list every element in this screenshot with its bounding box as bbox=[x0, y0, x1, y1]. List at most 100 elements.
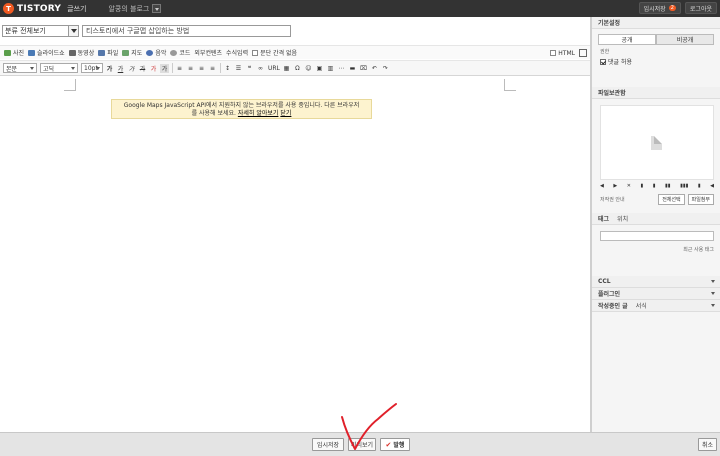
file-tool-icon[interactable]: ▮ bbox=[653, 183, 656, 189]
copyright-info-link[interactable]: 저작권 안내 bbox=[600, 196, 655, 203]
chevron-down-icon bbox=[68, 26, 78, 36]
attachment-dropzone[interactable] bbox=[600, 105, 714, 180]
allow-comments-checkbox[interactable]: 댓글 허용 bbox=[600, 57, 714, 66]
underline-icon[interactable]: 가 bbox=[116, 64, 125, 73]
attachment-tools: ◀ ▶ ✕ ▮ ▮ ▮▮ ▮▮▮ ▮ ◀ bbox=[600, 183, 714, 189]
editor-area[interactable]: Google Maps JavaScript API에서 지원하지 않는 브라우… bbox=[0, 77, 590, 432]
quote-icon[interactable]: ❝ bbox=[245, 64, 254, 73]
drafts-title[interactable]: 작성중인 글 bbox=[598, 301, 628, 310]
logo-text: TISTORY bbox=[17, 3, 62, 14]
save-draft-button[interactable]: 임시저장 bbox=[312, 438, 344, 451]
attachments-header[interactable]: 파일보관함 bbox=[592, 87, 720, 99]
hr-icon[interactable]: ▬ bbox=[348, 64, 357, 73]
checkmark-icon: ✔ bbox=[385, 440, 392, 449]
basic-settings-header[interactable]: 기본설정 bbox=[592, 17, 720, 29]
visibility-toggle: 공개 비공개 bbox=[598, 34, 714, 45]
tistory-logo[interactable]: T TISTORY 글쓰기 bbox=[3, 3, 86, 14]
emoticon-icon[interactable]: ☺ bbox=[304, 64, 313, 73]
publish-button[interactable]: ✔ 발행 bbox=[380, 438, 410, 451]
paragraph-style-select[interactable]: 본문 bbox=[3, 63, 37, 73]
font-size-select[interactable]: 10pt bbox=[81, 63, 103, 73]
align-right-icon[interactable]: ≡ bbox=[197, 64, 206, 73]
file-tool-icon[interactable]: ▮ bbox=[698, 183, 701, 189]
music-button[interactable]: 음악 bbox=[146, 48, 166, 57]
columns-icon[interactable]: ▥ bbox=[326, 64, 335, 73]
select-all-button[interactable]: 전체선택 bbox=[658, 194, 685, 205]
code-button[interactable]: 코드 bbox=[170, 48, 190, 57]
file-tool-icon[interactable]: ◀ bbox=[600, 183, 604, 189]
file-tool-icon[interactable]: ▮▮▮ bbox=[680, 183, 688, 189]
attachment-actions: 저작권 안내 전체선택 파일첨부 bbox=[600, 194, 714, 205]
plugins-header[interactable]: 플러그인 bbox=[592, 288, 720, 300]
code-label: 코드 bbox=[179, 50, 191, 57]
formula-button[interactable]: 수식입력 bbox=[226, 48, 248, 57]
public-button[interactable]: 공개 bbox=[598, 34, 656, 45]
clear-format-icon[interactable]: ⌧ bbox=[359, 64, 368, 73]
code-icon bbox=[170, 49, 178, 56]
file-tool-icon[interactable]: ▶ bbox=[613, 183, 617, 189]
template-tab[interactable]: 서식 bbox=[636, 301, 647, 310]
table-icon[interactable]: ▦ bbox=[282, 64, 291, 73]
top-bar: T TISTORY 글쓰기 알쿵의 블로그 임시저장 2 로그아웃 bbox=[0, 0, 720, 17]
tab-location[interactable]: 위치 bbox=[617, 214, 628, 223]
file-button[interactable]: 파일 bbox=[98, 48, 118, 57]
music-icon bbox=[146, 49, 154, 56]
file-tool-icon[interactable]: ◀ bbox=[710, 183, 714, 189]
bottom-action-bar: 임시저장 미리보기 ✔ 발행 취소 bbox=[0, 432, 720, 456]
highlight-icon[interactable]: 가 bbox=[160, 63, 169, 73]
map-button[interactable]: 지도 bbox=[122, 48, 142, 57]
close-notice-link[interactable]: 닫기 bbox=[280, 110, 291, 117]
line-height-icon[interactable]: ↕ bbox=[223, 64, 232, 73]
external-content-button[interactable]: 외부컨텐츠 bbox=[194, 48, 222, 57]
chevron-down-icon[interactable] bbox=[152, 4, 162, 13]
bold-icon[interactable]: 가 bbox=[105, 64, 114, 73]
font-select[interactable]: 고딕 bbox=[40, 63, 78, 73]
cancel-button[interactable]: 취소 bbox=[698, 438, 717, 451]
file-icon bbox=[98, 49, 106, 56]
file-tool-icon[interactable]: ▮ bbox=[640, 183, 643, 189]
margin-marker-left bbox=[64, 79, 76, 91]
ccl-header[interactable]: CCL bbox=[592, 276, 720, 288]
tab-tag[interactable]: 태그 bbox=[598, 214, 609, 223]
file-tool-icon[interactable]: ✕ bbox=[627, 183, 631, 189]
learn-more-link[interactable]: 자세히 알아보기 bbox=[238, 110, 279, 117]
url-button[interactable]: URL bbox=[268, 65, 280, 72]
expand-icon[interactable] bbox=[579, 49, 587, 57]
category-value: 분류 전체보기 bbox=[5, 27, 46, 35]
blog-selector[interactable]: 알쿵의 블로그 bbox=[108, 4, 162, 14]
text-color-icon[interactable]: 가 bbox=[149, 64, 158, 73]
more-icon[interactable]: ⋯ bbox=[337, 64, 346, 73]
redo-icon[interactable]: ↷ bbox=[381, 64, 390, 73]
image-icon[interactable]: ▣ bbox=[315, 64, 324, 73]
photo-icon bbox=[4, 49, 11, 56]
private-button[interactable]: 비공개 bbox=[656, 34, 714, 45]
draft-count-badge: 2 bbox=[668, 5, 676, 11]
strikethrough-icon[interactable]: 가 bbox=[138, 64, 147, 73]
align-justify-icon[interactable]: ≡ bbox=[208, 64, 217, 73]
html-mode-checkbox[interactable] bbox=[550, 50, 557, 56]
special-char-icon[interactable]: Ω bbox=[293, 64, 302, 73]
italic-icon[interactable]: 가 bbox=[127, 64, 136, 73]
preview-button[interactable]: 미리보기 bbox=[348, 438, 376, 451]
recent-tags-link[interactable]: 최근 사용 태그 bbox=[600, 246, 714, 253]
align-center-icon[interactable]: ≡ bbox=[186, 64, 195, 73]
drafts-header[interactable]: 작성중인 글 서식 bbox=[592, 300, 720, 312]
category-select[interactable]: 분류 전체보기 bbox=[2, 25, 79, 37]
paragraph-spacing-toggle[interactable]: 문단 간격 없음 bbox=[252, 48, 297, 57]
undo-icon[interactable]: ↶ bbox=[370, 64, 379, 73]
post-title-input[interactable]: 티스토리에서 구글맵 삽입하는 방법 bbox=[82, 25, 291, 37]
logout-button[interactable]: 로그아웃 bbox=[684, 2, 717, 14]
slideshow-button[interactable]: 슬라이드쇼 bbox=[28, 48, 65, 57]
photo-button[interactable]: 사진 bbox=[4, 48, 24, 57]
chevron-down-icon bbox=[711, 280, 715, 283]
video-button[interactable]: 동영상 bbox=[68, 48, 94, 57]
attach-file-button[interactable]: 파일첨부 bbox=[687, 194, 714, 205]
notice-line-1: Google Maps JavaScript API에서 지원하지 않는 브라우… bbox=[123, 102, 360, 109]
draft-list-button[interactable]: 임시저장 2 bbox=[638, 2, 681, 14]
list-icon[interactable]: ☰ bbox=[234, 64, 243, 73]
tag-input[interactable] bbox=[600, 231, 714, 241]
allow-comments-label: 댓글 허용 bbox=[608, 59, 632, 66]
file-tool-icon[interactable]: ▮▮ bbox=[665, 183, 671, 189]
align-left-icon[interactable]: ≡ bbox=[175, 64, 184, 73]
link-icon[interactable]: ∞ bbox=[256, 64, 265, 73]
